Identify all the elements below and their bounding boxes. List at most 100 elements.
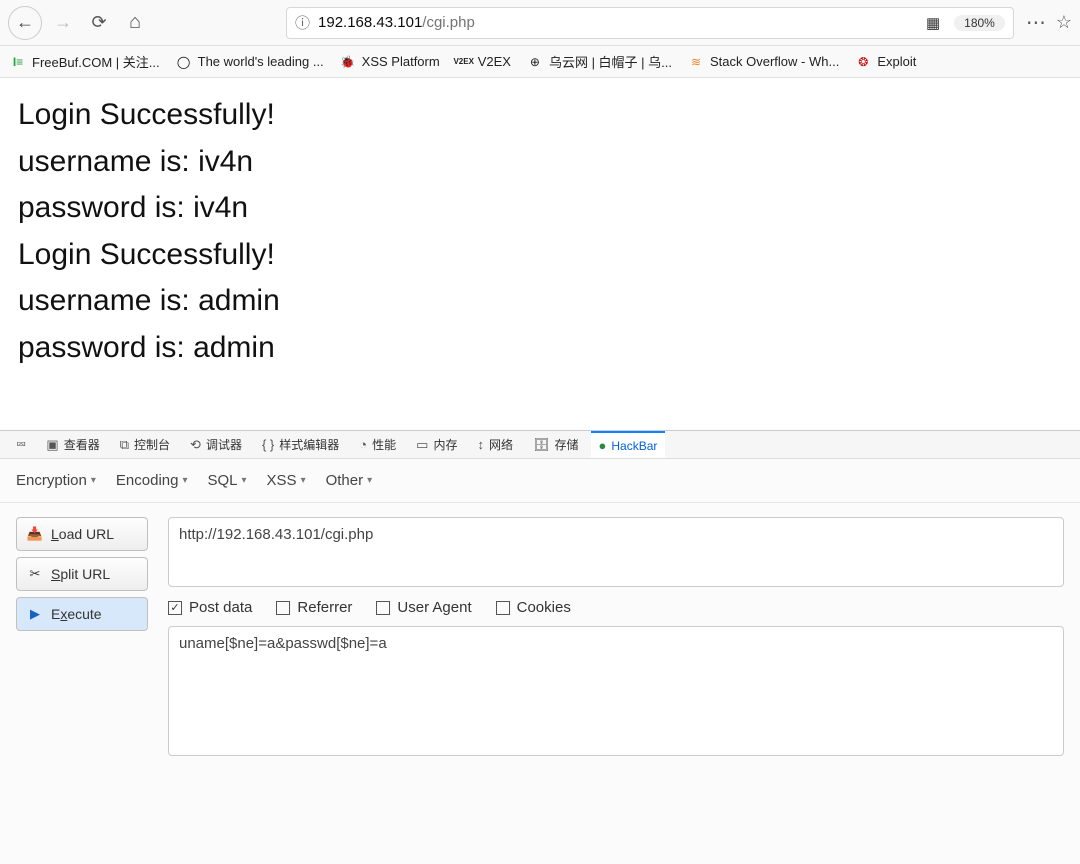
github-icon: ◯ <box>176 54 192 70</box>
menu-encryption[interactable]: Encryption ▾ <box>16 472 96 489</box>
hackbar-checks: ✓Post data Referrer User Agent Cookies <box>168 597 1064 616</box>
page-line: password is: admin <box>18 325 1062 372</box>
hackbar-postdata-input[interactable] <box>168 626 1064 756</box>
execute-icon: ▶ <box>27 606 43 622</box>
zoom-badge[interactable]: 180% <box>954 15 1005 31</box>
tab-hackbar[interactable]: ●HackBar <box>591 431 666 458</box>
caret-down-icon: ▾ <box>301 475 306 486</box>
devtools-tabs: ⮹ ▣查看器 ⧉控制台 ⟲调试器 { }样式编辑器 ◔性能 ▭内存 ↕网络 🗄存… <box>0 431 1080 459</box>
bookmark-label: Exploit <box>877 54 916 69</box>
btn-label: oad URL <box>59 526 114 542</box>
url-path: /cgi.php <box>422 14 475 31</box>
tab-network[interactable]: ↕网络 <box>469 431 521 458</box>
check-label: Cookies <box>517 599 571 616</box>
check-referrer[interactable]: Referrer <box>276 599 352 616</box>
site-info-icon[interactable]: ⓘ <box>295 12 310 33</box>
reload-button[interactable] <box>84 8 114 38</box>
tab-label: HackBar <box>611 439 657 453</box>
tab-performance[interactable]: ◔性能 <box>351 431 404 458</box>
devtools-panel: ⮹ ▣查看器 ⧉控制台 ⟲调试器 { }样式编辑器 ◔性能 ▭内存 ↕网络 🗄存… <box>0 430 1080 864</box>
checkbox-icon <box>496 601 510 615</box>
menu-xss[interactable]: XSS ▾ <box>267 472 306 489</box>
reload-icon <box>91 12 106 33</box>
bookmark-item[interactable]: ◯ The world's leading ... <box>176 54 324 70</box>
bug-icon: 🐞 <box>340 54 356 70</box>
menu-label: Encryption <box>16 472 87 489</box>
back-button[interactable] <box>8 6 42 40</box>
split-url-button[interactable]: ✂Split URL <box>16 557 148 591</box>
page-actions-icon[interactable] <box>1026 10 1046 35</box>
page-line: Login Successfully! <box>18 232 1062 279</box>
checkbox-icon <box>276 601 290 615</box>
bookmark-item[interactable]: V2EX V2EX <box>456 54 511 70</box>
tab-console[interactable]: ⧉控制台 <box>112 431 178 458</box>
tab-label: 存储 <box>554 436 578 453</box>
home-icon <box>129 11 141 34</box>
hackbar-url-input[interactable] <box>168 517 1064 587</box>
bookmark-item[interactable]: ⊕ 乌云网 | 白帽子 | 乌... <box>527 52 672 71</box>
bookmark-star-icon[interactable] <box>1056 12 1072 33</box>
hackbar-menubar: Encryption▾ Encoding▾ SQL▾ XSS▾ Other▾ <box>0 459 1080 503</box>
bookmark-label: The world's leading ... <box>198 54 324 69</box>
tab-label: 调试器 <box>206 436 242 453</box>
checkbox-icon: ✓ <box>168 601 182 615</box>
tab-inspector[interactable]: ▣查看器 <box>38 431 107 458</box>
page-line: Login Successfully! <box>18 92 1062 139</box>
check-useragent[interactable]: User Agent <box>376 599 471 616</box>
tab-debugger[interactable]: ⟲调试器 <box>182 431 250 458</box>
tab-label: 控制台 <box>134 436 170 453</box>
tab-label: 查看器 <box>64 436 100 453</box>
split-icon: ✂ <box>27 566 43 582</box>
page-line: username is: admin <box>18 278 1062 325</box>
menu-label: Other <box>326 472 364 489</box>
globe-icon: ⊕ <box>527 54 543 70</box>
check-label: User Agent <box>397 599 471 616</box>
tab-label: 内存 <box>433 436 457 453</box>
qr-icon[interactable]: ▦ <box>926 14 940 32</box>
caret-down-icon: ▾ <box>182 475 187 486</box>
url-bar[interactable]: ⓘ 192.168.43.101/cgi.php ▦ 180% <box>286 7 1014 39</box>
bookmark-item[interactable]: ≋ Stack Overflow - Wh... <box>688 54 839 70</box>
tab-memory[interactable]: ▭内存 <box>408 431 465 458</box>
home-button[interactable] <box>120 8 150 38</box>
execute-button[interactable]: ▶Execute <box>16 597 148 631</box>
caret-down-icon: ▾ <box>367 475 372 486</box>
menu-label: SQL <box>208 472 238 489</box>
hackbar-actions: 📥Load URL ✂Split URL ▶Execute <box>16 517 148 756</box>
bookmark-label: XSS Platform <box>362 54 440 69</box>
caret-down-icon: ▾ <box>242 475 247 486</box>
menu-label: XSS <box>267 472 297 489</box>
bookmark-item[interactable]: I≡ FreeBuf.COM | 关注... <box>10 52 160 71</box>
bookmark-label: V2EX <box>478 54 511 69</box>
menu-sql[interactable]: SQL ▾ <box>208 472 247 489</box>
menu-label: Encoding <box>116 472 179 489</box>
url-host: 192.168.43.101 <box>318 14 422 31</box>
check-postdata[interactable]: ✓Post data <box>168 599 252 616</box>
bookmark-label: 乌云网 | 白帽子 | 乌... <box>549 52 672 71</box>
bookmark-item[interactable]: ❂ Exploit <box>855 54 916 70</box>
browser-navbar: ⓘ 192.168.43.101/cgi.php ▦ 180% <box>0 0 1080 46</box>
load-url-button[interactable]: 📥Load URL <box>16 517 148 551</box>
v2ex-icon: V2EX <box>456 54 472 70</box>
stackoverflow-icon: ≋ <box>688 54 704 70</box>
menu-other[interactable]: Other▾ <box>326 472 373 489</box>
devtools-pick-icon[interactable]: ⮹ <box>8 431 34 458</box>
check-label: Referrer <box>297 599 352 616</box>
tab-label: 网络 <box>489 436 513 453</box>
bookmark-label: Stack Overflow - Wh... <box>710 54 839 69</box>
btn-label: ecute <box>67 606 101 622</box>
tab-storage[interactable]: 🗄存储 <box>525 431 587 458</box>
tab-styleeditor[interactable]: { }样式编辑器 <box>254 431 347 458</box>
forward-button <box>48 8 78 38</box>
page-line: username is: iv4n <box>18 139 1062 186</box>
check-cookies[interactable]: Cookies <box>496 599 571 616</box>
checkbox-icon <box>376 601 390 615</box>
menu-encoding[interactable]: Encoding▾ <box>116 472 188 489</box>
bookmarks-bar: I≡ FreeBuf.COM | 关注... ◯ The world's leadi… <box>0 46 1080 78</box>
bookmark-label: FreeBuf.COM | 关注... <box>32 52 160 71</box>
favicon-icon: I≡ <box>10 54 26 70</box>
arrow-left-icon <box>16 12 34 33</box>
caret-down-icon: ▾ <box>91 475 96 486</box>
bookmark-item[interactable]: 🐞 XSS Platform <box>340 54 440 70</box>
exploit-icon: ❂ <box>855 54 871 70</box>
